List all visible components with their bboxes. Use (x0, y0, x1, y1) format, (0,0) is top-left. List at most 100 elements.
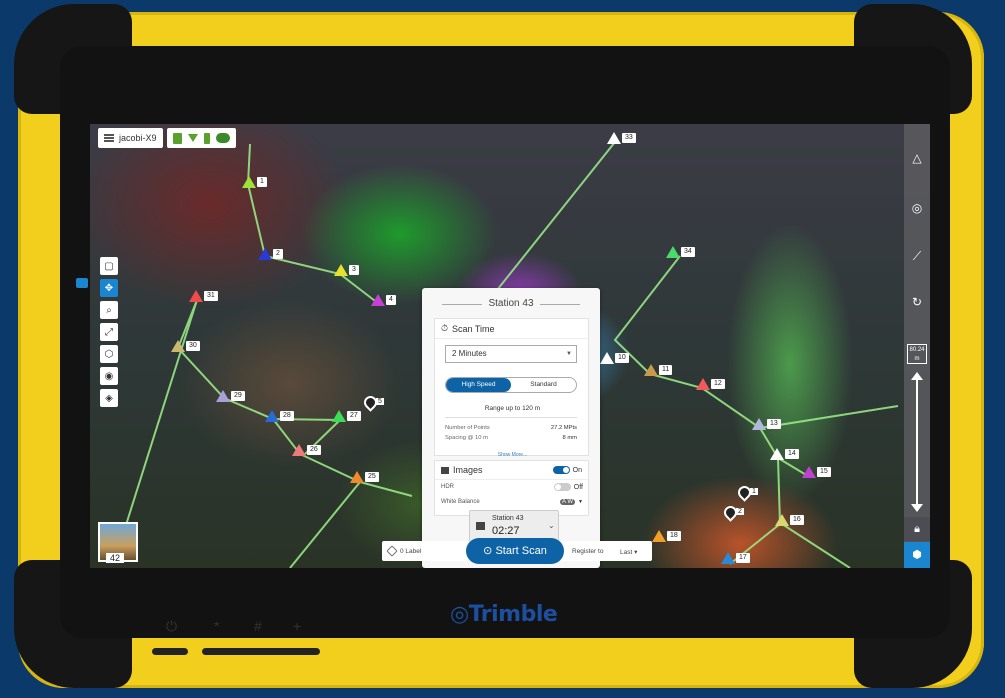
scanner-status-icon (215, 133, 230, 143)
measure-ruler-icon[interactable]: ⟋ (909, 248, 925, 264)
slider-bottom-handle[interactable] (911, 504, 923, 512)
station-marker[interactable]: 28 (265, 410, 294, 422)
white-balance-select[interactable]: A W ▼ (560, 499, 583, 505)
scale-indicator: 80.24 m (907, 344, 927, 364)
label-button[interactable]: 0 Label (382, 545, 466, 557)
tag-icon (386, 545, 398, 557)
station-triangle-icon (775, 514, 789, 526)
caret-down-icon: ▼ (578, 499, 583, 505)
status-icons[interactable] (166, 128, 236, 148)
brand-logo: ◎Trimble (450, 602, 558, 627)
station-marker[interactable]: 18 (652, 530, 681, 542)
scan-time-dropdown[interactable]: 2 Minutes ▼ (445, 345, 577, 363)
target-pin-icon[interactable]: ◎ (909, 200, 925, 216)
register-icon[interactable]: ↻ (909, 294, 925, 310)
station-marker[interactable]: 33 (607, 132, 636, 144)
station-marker[interactable]: 11 (644, 364, 673, 376)
station-marker[interactable]: 34 (666, 246, 695, 258)
station-marker[interactable]: 13 (752, 418, 781, 430)
station-marker[interactable]: 4 (371, 294, 396, 306)
register-to-select[interactable]: Last ▾ (620, 548, 637, 556)
battery-icon (172, 132, 182, 144)
clock-icon: ⏱ (441, 323, 449, 333)
station-triangle-icon (696, 378, 710, 390)
station-triangle-icon (600, 352, 614, 364)
card-title: Station 43 (422, 298, 600, 309)
station-marker[interactable]: 25 (350, 471, 379, 483)
range-text: Range up to 120 m (484, 405, 541, 412)
station-triangle-icon (265, 410, 279, 422)
station-marker[interactable]: 14 (770, 448, 799, 460)
num-points-row: Number of Points 27.2 MPts (445, 425, 577, 431)
top-status-bar: jacobi-X9 (98, 128, 236, 148)
station-triangle-icon (334, 264, 348, 276)
station-marker[interactable]: 10 (600, 352, 629, 364)
device-menu-button[interactable]: jacobi-X9 (98, 128, 163, 148)
slider-top-handle[interactable] (911, 372, 923, 380)
station-triangle-icon (350, 471, 364, 483)
scan-time-section: ⏱ Scan Time 2 Minutes ▼ High Speed Standa… (434, 318, 590, 458)
caret-down-icon: ▼ (566, 351, 572, 357)
visibility-icon[interactable]: ◉ (100, 367, 118, 385)
station-triangle-icon (666, 246, 680, 258)
station-marker[interactable]: 2 (258, 248, 283, 260)
layers-icon[interactable]: ◈ (100, 389, 118, 407)
divider (445, 417, 577, 418)
start-scan-button[interactable]: ⊙ Start Scan (466, 538, 564, 564)
2d-view-icon[interactable]: ▢ (100, 257, 118, 275)
lock-icon[interactable]: 🔒︎ (904, 517, 930, 541)
station-marker[interactable]: 15 (802, 466, 831, 478)
thumbnail-station-number: 42 (106, 553, 125, 563)
move-station-icon[interactable]: ✥ (100, 279, 118, 297)
station-triangle-icon (292, 444, 306, 456)
hdr-row: HDR Off (441, 483, 583, 491)
side-camera-icon (76, 278, 88, 288)
show-more-link[interactable]: Show More... (435, 452, 590, 458)
hash-key[interactable]: # (254, 618, 262, 634)
station-marker[interactable]: 29 (216, 390, 245, 402)
images-toggle[interactable] (552, 466, 570, 474)
register-to-label: Register to (572, 548, 604, 555)
plus-key[interactable]: + (293, 618, 301, 634)
3d-box-icon[interactable]: ⬡ (100, 345, 118, 363)
station-marker[interactable]: 16 (775, 514, 804, 526)
station-triangle-icon (189, 290, 203, 302)
high-speed-option[interactable]: High Speed (446, 378, 511, 392)
station-triangle-icon (216, 390, 230, 402)
station-triangle-icon (721, 552, 735, 564)
station-triangle-icon (242, 176, 256, 188)
right-toolbar: △ ◎ ⟋ ↻ 80.24 m 🔒︎ ⬢ (904, 124, 930, 568)
hdr-toggle[interactable] (553, 483, 571, 491)
standard-option[interactable]: Standard (511, 378, 576, 392)
station-marker[interactable]: 26 (292, 444, 321, 456)
wifi-icon (187, 134, 198, 142)
scan-mode-toggle: High Speed Standard (445, 377, 577, 393)
station-marker[interactable]: 27 (332, 410, 361, 422)
clipping-slider-track[interactable] (916, 376, 918, 506)
survey-station-icon[interactable]: △ (909, 150, 925, 166)
images-section: Images On HDR Off White Balance A W ▼ (434, 460, 589, 516)
station-triangle-icon (371, 294, 385, 306)
station-marker[interactable]: 17 (721, 552, 750, 564)
scan-viewer-screen[interactable]: 1 2 3 4 31 30 29 28 27 26 25 33 34 10 11… (90, 124, 930, 568)
station-triangle-icon (258, 248, 272, 260)
station-triangle-icon (607, 132, 621, 144)
station-marker[interactable]: 12 (696, 378, 725, 390)
station-marker[interactable]: 31 (189, 290, 218, 302)
white-balance-row: White Balance A W ▼ (441, 499, 583, 505)
fit-extent-icon[interactable]: ⤢ (100, 323, 118, 341)
station-marker[interactable]: 30 (171, 340, 200, 352)
zoom-search-icon[interactable]: ⌕ (100, 301, 118, 319)
station-marker[interactable]: 3 (334, 264, 359, 276)
station-triangle-icon (171, 340, 185, 352)
chevron-down-icon: ⌄ (548, 521, 555, 530)
station-triangle-icon (652, 530, 666, 542)
power-key-icon[interactable]: ⏻ (166, 618, 177, 635)
star-key[interactable]: * (214, 618, 219, 634)
speaker-grille (152, 648, 188, 655)
station-triangle-icon (770, 448, 784, 460)
station-triangle-icon (332, 410, 346, 422)
cube-view-icon[interactable]: ⬢ (904, 542, 930, 568)
station-marker[interactable]: 1 (242, 176, 267, 188)
play-circle-icon: ⊙ (483, 545, 493, 557)
